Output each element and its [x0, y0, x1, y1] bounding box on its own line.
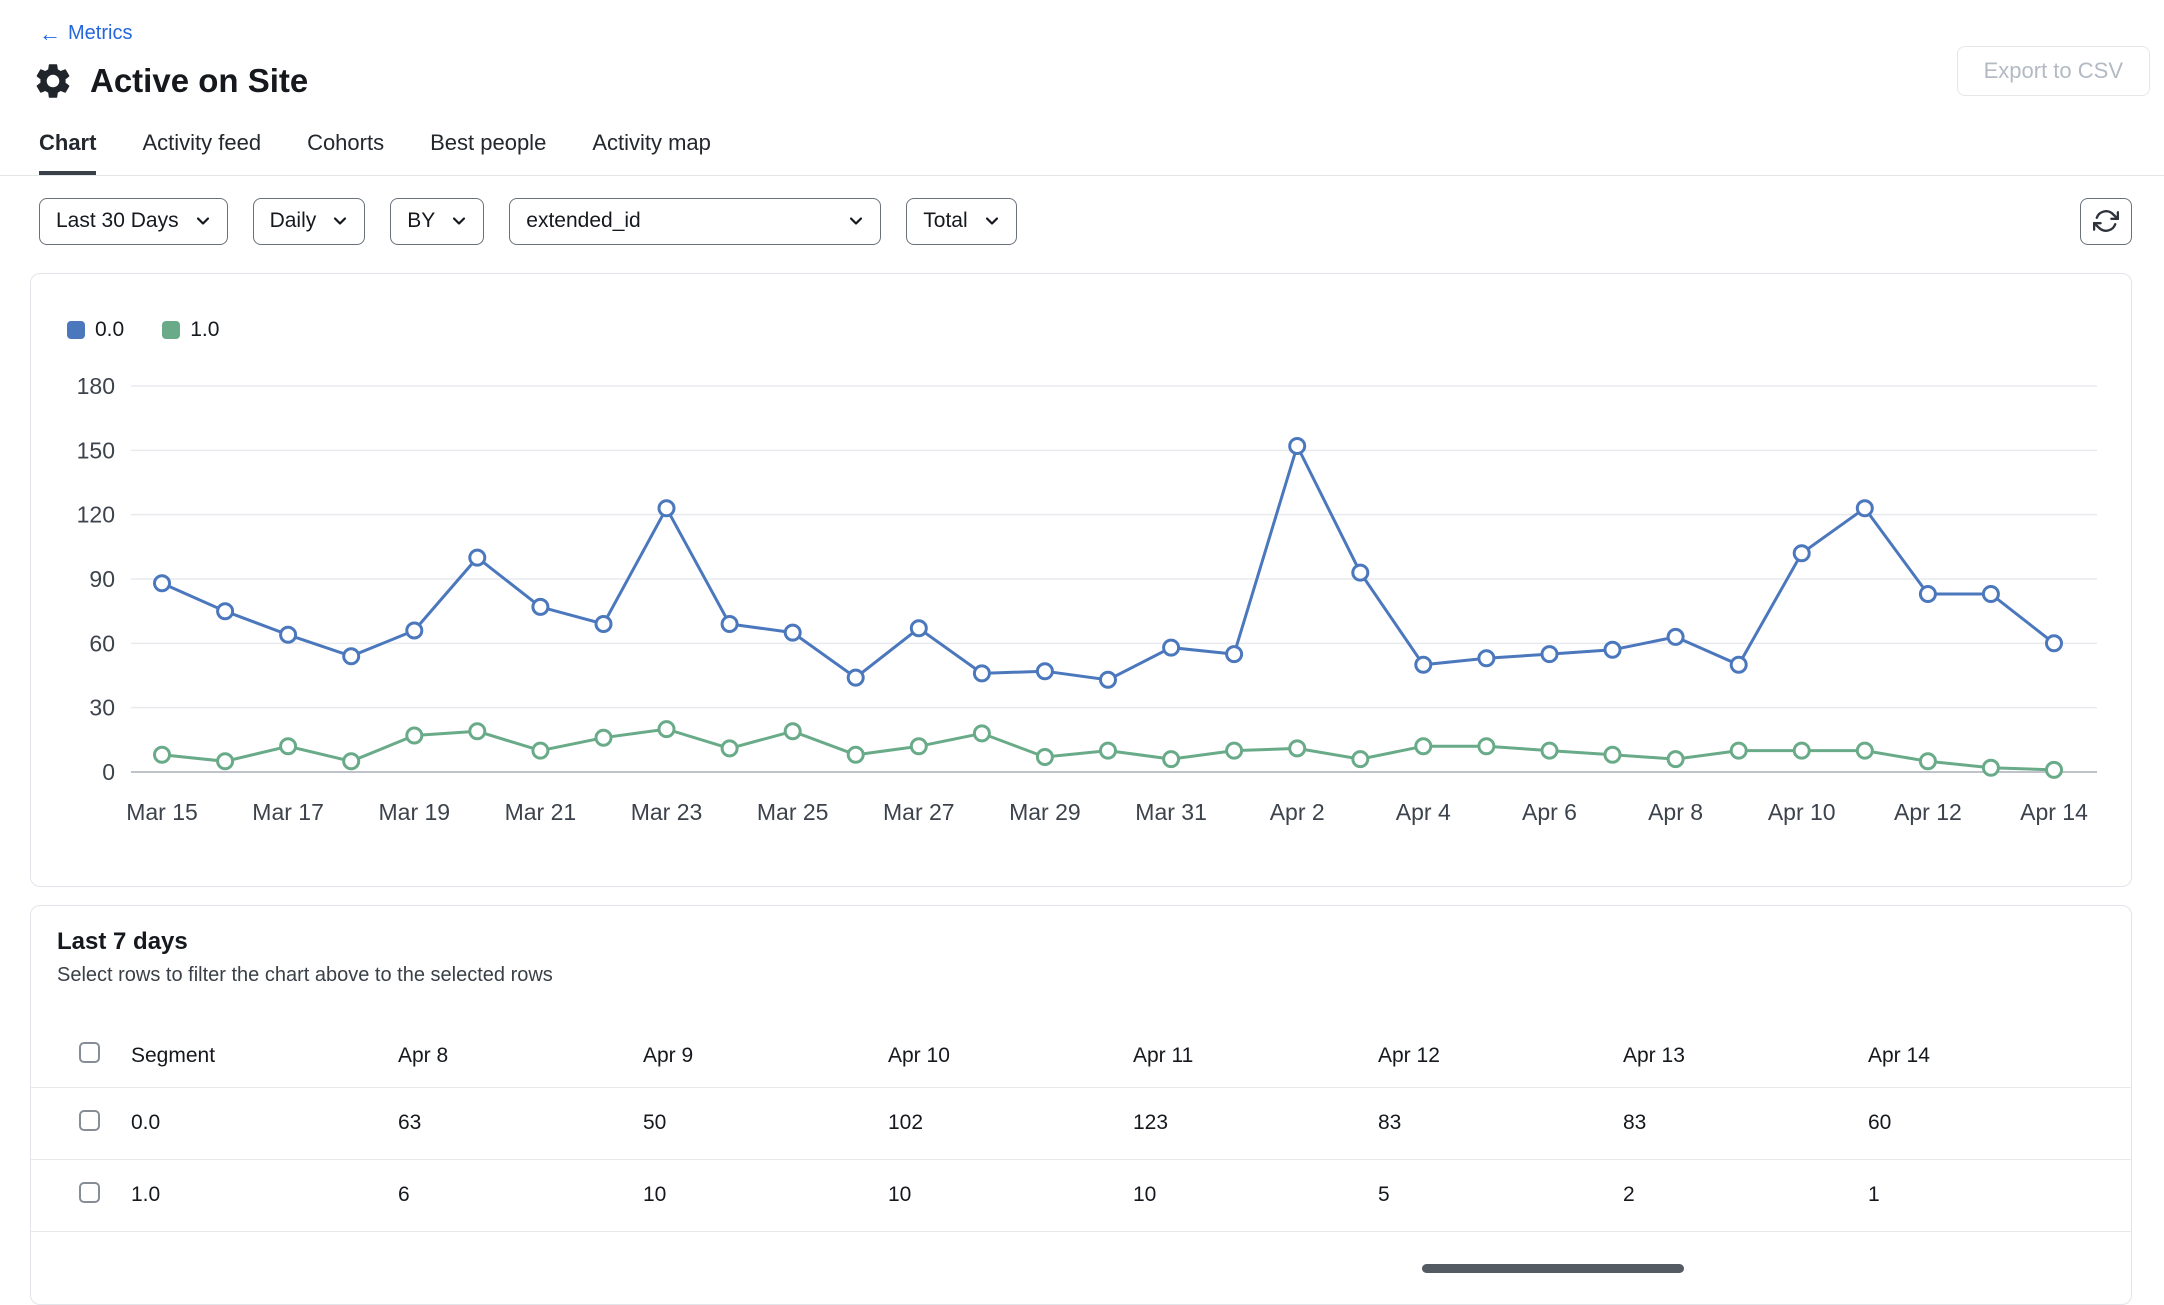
tab-activity-feed[interactable]: Activity feed: [142, 130, 261, 175]
granularity-select[interactable]: Daily: [253, 198, 366, 245]
page-title: Active on Site: [90, 62, 308, 100]
value-cell: 83: [1378, 1087, 1623, 1159]
col-header-segment: Segment: [131, 1025, 398, 1088]
svg-text:0: 0: [102, 759, 115, 785]
svg-text:Apr 10: Apr 10: [1768, 799, 1836, 825]
col-header-apr-8: Apr 8: [398, 1025, 643, 1088]
table-title: Last 7 days: [57, 928, 2131, 956]
table-row-segment-1.0[interactable]: 1.06101010521: [31, 1159, 2131, 1231]
filter-bar: Last 30 Days Daily BY extended_id Total: [39, 198, 2132, 245]
date-range-select[interactable]: Last 30 Days: [39, 198, 228, 245]
value-cell: 1: [1868, 1159, 2131, 1231]
svg-text:Mar 19: Mar 19: [379, 799, 451, 825]
svg-text:180: 180: [77, 373, 115, 399]
back-link[interactable]: ← Metrics: [39, 22, 132, 45]
svg-text:Mar 27: Mar 27: [883, 799, 955, 825]
granularity-value: Daily: [270, 209, 317, 233]
horizontal-scrollbar-thumb[interactable]: [1422, 1264, 1684, 1273]
table-header-row: SegmentApr 8Apr 9Apr 10Apr 11Apr 12Apr 1…: [31, 1025, 2131, 1088]
svg-text:Apr 4: Apr 4: [1396, 799, 1451, 825]
by-property-value: extended_id: [526, 209, 640, 233]
svg-text:Apr 12: Apr 12: [1894, 799, 1962, 825]
tab-cohorts[interactable]: Cohorts: [307, 130, 384, 175]
svg-text:Mar 29: Mar 29: [1009, 799, 1081, 825]
value-cell: 50: [643, 1087, 888, 1159]
svg-text:120: 120: [77, 501, 115, 527]
value-cell: 10: [1133, 1159, 1378, 1231]
tab-bar: Chart Activity feed Cohorts Best people Acti…: [0, 130, 2164, 176]
select-all-checkbox[interactable]: [79, 1042, 100, 1063]
col-header-apr-14: Apr 14: [1868, 1025, 2131, 1088]
col-header-apr-9: Apr 9: [643, 1025, 888, 1088]
segment-cell: 0.0: [131, 1087, 398, 1159]
segments-table: SegmentApr 8Apr 9Apr 10Apr 11Apr 12Apr 1…: [31, 1025, 2131, 1232]
last-7-days-card: Last 7 days Select rows to filter the ch…: [30, 905, 2132, 1305]
tab-activity-map[interactable]: Activity map: [592, 130, 711, 175]
aggregation-value: Total: [923, 209, 967, 233]
value-cell: 5: [1378, 1159, 1623, 1231]
col-header-apr-11: Apr 11: [1133, 1025, 1378, 1088]
refresh-icon: [2093, 208, 2119, 234]
row-checkbox[interactable]: [79, 1182, 100, 1203]
value-cell: 2: [1623, 1159, 1868, 1231]
svg-text:Apr 2: Apr 2: [1270, 799, 1325, 825]
svg-text:60: 60: [89, 630, 115, 656]
svg-text:90: 90: [89, 566, 115, 592]
table-subtitle: Select rows to filter the chart above to…: [57, 964, 2131, 987]
svg-text:30: 30: [89, 694, 115, 720]
value-cell: 123: [1133, 1087, 1378, 1159]
value-cell: 10: [888, 1159, 1133, 1231]
date-range-value: Last 30 Days: [56, 209, 179, 233]
chevron-down-icon: [982, 211, 1002, 231]
row-checkbox[interactable]: [79, 1110, 100, 1131]
tab-best-people[interactable]: Best people: [430, 130, 546, 175]
line-chart: 0 30 60 90 120 150 180 Mar 15 Mar 17 Mar 19 Mar 21…: [31, 356, 2131, 868]
svg-text:150: 150: [77, 437, 115, 463]
select-all-cell: [31, 1025, 131, 1088]
by-property-select[interactable]: extended_id: [509, 198, 881, 245]
value-cell: 6: [398, 1159, 643, 1231]
chevron-down-icon: [846, 211, 866, 231]
gear-icon: [32, 60, 74, 102]
value-cell: 63: [398, 1087, 643, 1159]
legend-label: 0.0: [95, 318, 124, 342]
back-link-label: Metrics: [68, 22, 132, 45]
legend-swatch: [162, 321, 180, 339]
table-row-segment-0.0[interactable]: 0.06350102123838360: [31, 1087, 2131, 1159]
svg-text:Mar 15: Mar 15: [126, 799, 198, 825]
svg-text:Apr 8: Apr 8: [1648, 799, 1703, 825]
left-arrow-icon: ←: [39, 23, 61, 45]
svg-text:Mar 23: Mar 23: [631, 799, 703, 825]
legend-label: 1.0: [190, 318, 219, 342]
chart-legend: 0.0 1.0: [31, 274, 2131, 342]
col-header-apr-12: Apr 12: [1378, 1025, 1623, 1088]
chevron-down-icon: [193, 211, 213, 231]
value-cell: 10: [643, 1159, 888, 1231]
tab-chart[interactable]: Chart: [39, 130, 96, 175]
chevron-down-icon: [449, 211, 469, 231]
value-cell: 60: [1868, 1087, 2131, 1159]
value-cell: 83: [1623, 1087, 1868, 1159]
col-header-apr-13: Apr 13: [1623, 1025, 1868, 1088]
refresh-button[interactable]: [2080, 198, 2132, 245]
segment-cell: 1.0: [131, 1159, 398, 1231]
legend-item-0.0[interactable]: 0.0: [67, 318, 124, 342]
aggregation-select[interactable]: Total: [906, 198, 1016, 245]
export-csv-button[interactable]: Export to CSV: [1957, 46, 2150, 96]
chart-card: 0.0 1.0 0 30 60 90 120 150 180 Mar 15 Mar 17 Mar 1…: [30, 273, 2132, 887]
svg-text:Apr 14: Apr 14: [2020, 799, 2088, 825]
chevron-down-icon: [330, 211, 350, 231]
col-header-apr-10: Apr 10: [888, 1025, 1133, 1088]
by-label: BY: [407, 209, 435, 233]
svg-text:Mar 31: Mar 31: [1135, 799, 1207, 825]
svg-text:Mar 25: Mar 25: [757, 799, 829, 825]
by-select[interactable]: BY: [390, 198, 484, 245]
value-cell: 102: [888, 1087, 1133, 1159]
svg-text:Mar 17: Mar 17: [252, 799, 324, 825]
svg-text:Mar 21: Mar 21: [505, 799, 577, 825]
svg-text:Apr 6: Apr 6: [1522, 799, 1577, 825]
legend-swatch: [67, 321, 85, 339]
legend-item-1.0[interactable]: 1.0: [162, 318, 219, 342]
header: ← Metrics Active on Site Export to CSV: [0, 0, 2164, 102]
